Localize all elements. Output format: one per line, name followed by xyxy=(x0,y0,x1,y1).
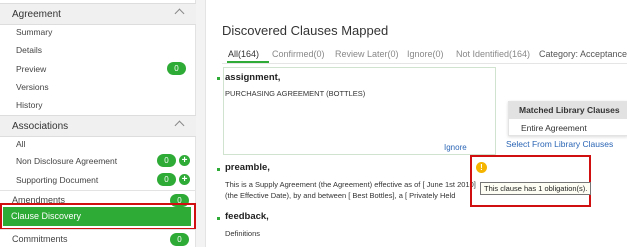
section-title: Associations xyxy=(12,121,69,132)
sidebar-item-label: Preview xyxy=(16,64,47,74)
obligation-tooltip: This clause has 1 obligation(s). xyxy=(480,182,592,195)
matched-clauses-menu: Matched Library Clauses Entire Agreement xyxy=(508,101,627,136)
ignore-link[interactable]: Ignore xyxy=(444,143,467,152)
sidebar-item-non-disclosure-agreement[interactable]: Non Disclosure Agreement 0 + xyxy=(0,152,196,171)
tab-ignore[interactable]: Ignore(0) xyxy=(407,49,444,59)
sidebar-item-versions[interactable]: Versions xyxy=(0,78,196,97)
sidebar-item-preview[interactable]: Preview 0 xyxy=(0,60,196,79)
sidebar-item-commitments[interactable]: Commitments 0 xyxy=(0,229,196,247)
sidebar-item-label: History xyxy=(16,100,43,110)
clause-marker xyxy=(217,77,220,80)
tab-confirmed[interactable]: Confirmed(0) xyxy=(272,49,325,59)
clause-text: (the Effective Date), by and between [ B… xyxy=(225,191,456,200)
menu-header-label: Matched Library Clauses xyxy=(519,105,620,115)
sidebar-item-label: Supporting Document xyxy=(16,175,99,185)
menu-item-entire-agreement[interactable]: Entire Agreement xyxy=(521,123,587,133)
sidebar-item-label: Details xyxy=(16,45,42,55)
clause-text: This is a Supply Agreement (the Agreemen… xyxy=(225,180,476,189)
clause-title: preamble, xyxy=(225,162,270,173)
sidebar-item-label: Summary xyxy=(16,27,53,37)
menu-header: Matched Library Clauses xyxy=(509,102,627,119)
count-badge: 0 xyxy=(157,173,176,186)
sidebar-item-history[interactable]: History xyxy=(0,96,196,115)
section-title: Agreement xyxy=(12,9,61,20)
clause-title: assignment, xyxy=(225,72,281,83)
count-badge: 0 xyxy=(170,233,189,246)
section-header-agreement[interactable]: Agreement xyxy=(0,3,196,25)
chevron-up-icon[interactable] xyxy=(174,8,185,19)
sidebar-item-label: Non Disclosure Agreement xyxy=(16,156,118,166)
count-badge: 0 xyxy=(157,154,176,167)
clause-marker xyxy=(217,168,220,171)
highlight-box xyxy=(0,203,196,230)
section-header-associations[interactable]: Associations xyxy=(0,115,196,137)
clause-title: feedback, xyxy=(225,211,269,222)
warning-icon[interactable]: ! xyxy=(476,162,487,173)
clause-text: Definitions xyxy=(225,229,261,238)
sidebar-item-summary[interactable]: Summary xyxy=(0,23,196,42)
clause-text: PURCHASING AGREEMENT (BOTTLES) xyxy=(225,89,366,98)
sidebar-item-label: All xyxy=(16,139,26,149)
sidebar-item-label: Versions xyxy=(16,82,49,92)
tab-review-later[interactable]: Review Later(0) xyxy=(335,49,399,59)
add-icon[interactable]: + xyxy=(179,174,190,185)
tab-divider xyxy=(222,63,627,64)
clause-marker xyxy=(217,217,220,220)
sidebar-item-label: Commitments xyxy=(12,234,68,244)
tab-not-identified[interactable]: Not Identified(164) xyxy=(456,49,530,59)
tab-all[interactable]: All(164) xyxy=(228,49,259,59)
count-badge: 0 xyxy=(167,62,186,75)
sidebar-item-supporting-document[interactable]: Supporting Document 0 + xyxy=(0,171,196,190)
sidebar: Agreement Summary Details Preview 0 Vers… xyxy=(0,0,196,247)
select-library-clauses-link[interactable]: Select From Library Clauses xyxy=(506,139,613,149)
highlight-box xyxy=(470,155,591,207)
sidebar-item-details[interactable]: Details xyxy=(0,41,196,60)
main-panel: Discovered Clauses Mapped All(164) Confi… xyxy=(205,0,627,247)
add-icon[interactable]: + xyxy=(179,155,190,166)
chevron-up-icon[interactable] xyxy=(174,120,185,131)
category-filter[interactable]: Category: Acceptance xyxy=(539,49,627,59)
page-title: Discovered Clauses Mapped xyxy=(222,23,389,38)
